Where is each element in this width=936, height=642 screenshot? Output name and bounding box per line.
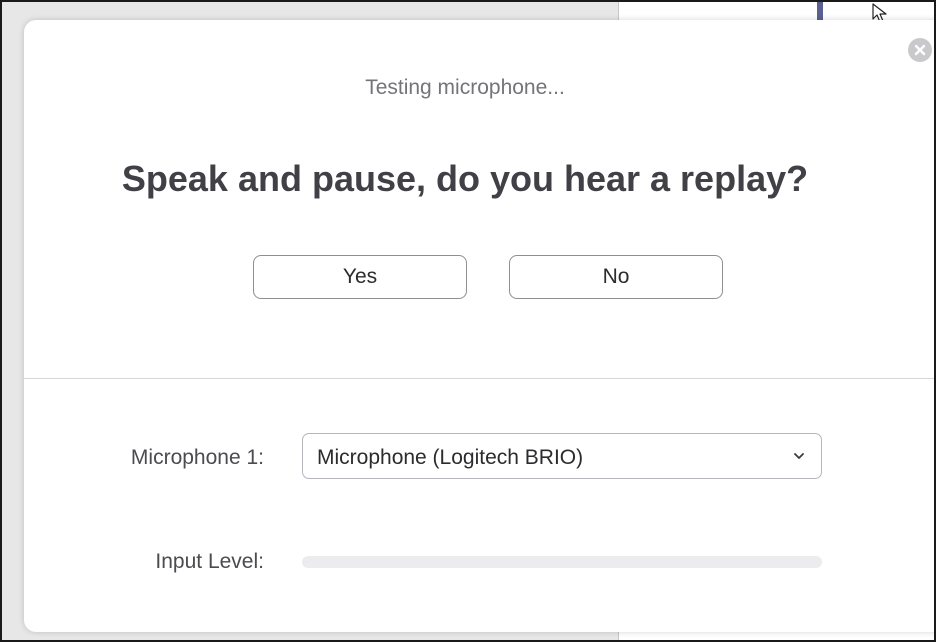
microphone-test-dialog: Testing microphone... Speak and pause, d… bbox=[24, 20, 934, 632]
microphone-select[interactable]: Microphone (Logitech BRIO) bbox=[302, 433, 822, 479]
screen: Testing microphone... Speak and pause, d… bbox=[0, 0, 936, 642]
microphone-label: Microphone 1: bbox=[130, 446, 264, 469]
yes-button[interactable]: Yes bbox=[253, 255, 467, 299]
dialog-subtitle: Testing microphone... bbox=[365, 76, 565, 99]
background-accent-bar bbox=[817, 2, 823, 20]
dialog-headline: Speak and pause, do you hear a replay? bbox=[121, 158, 809, 199]
section-divider bbox=[24, 378, 934, 379]
input-level-label: Input Level: bbox=[155, 550, 264, 573]
input-level-meter bbox=[302, 556, 822, 568]
chevron-down-icon bbox=[794, 453, 804, 459]
no-button[interactable]: No bbox=[509, 255, 723, 299]
close-button[interactable] bbox=[908, 38, 932, 62]
close-icon bbox=[914, 44, 926, 56]
microphone-select-value: Microphone (Logitech BRIO) bbox=[317, 446, 584, 469]
